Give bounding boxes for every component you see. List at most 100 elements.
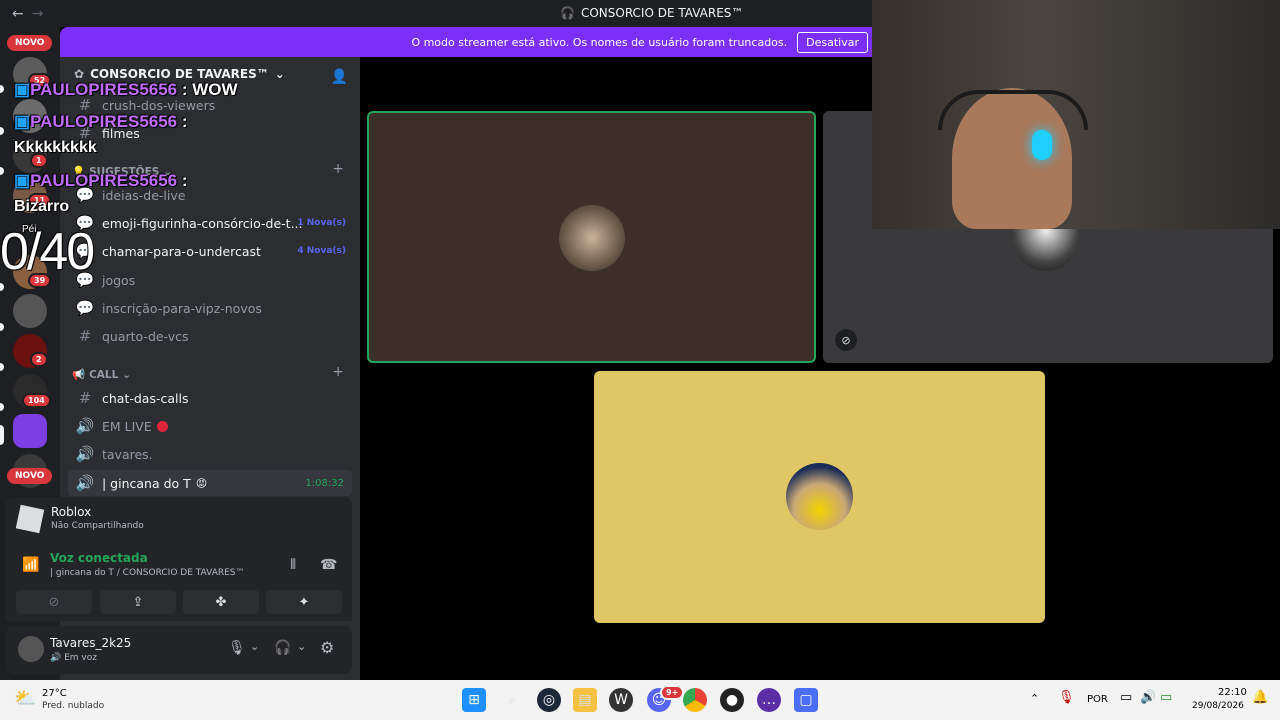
- clock-date[interactable]: 29/08/2026: [1192, 701, 1244, 711]
- window-title: 🎧 CONSORCIO DE TAVARES™: [560, 6, 744, 20]
- activities-button[interactable]: ✤: [183, 590, 259, 614]
- chat-icon: ▣: [14, 171, 31, 190]
- screen-share-icon: ⇪: [132, 594, 144, 610]
- chevron-up-icon[interactable]: ⌃: [1030, 692, 1039, 705]
- obs-icon[interactable]: ●: [720, 688, 744, 712]
- start-windows-icon[interactable]: ⊞: [462, 688, 486, 712]
- server-name: CONSORCIO DE TAVARES™: [90, 67, 269, 81]
- channel-item[interactable]: 💬 jogos: [68, 267, 352, 293]
- speaker-icon: 🔊: [75, 474, 95, 492]
- app-icon[interactable]: ▢: [794, 688, 818, 712]
- activity-title: Roblox: [51, 505, 92, 519]
- back-arrow-icon[interactable]: ←: [12, 6, 24, 22]
- channel-item[interactable]: # quarto-de-vcs: [68, 323, 352, 349]
- active-pip: [0, 425, 4, 445]
- headset: [938, 90, 1088, 130]
- chevron-down-icon[interactable]: ⌄: [250, 640, 259, 653]
- server-badge-icon: ✿: [74, 67, 85, 81]
- clock-time[interactable]: 22:10: [1218, 687, 1247, 698]
- volume-icon[interactable]: 🔊: [1140, 690, 1156, 705]
- chat-icon: ▣: [14, 80, 31, 99]
- headphones-icon[interactable]: 🎧: [274, 640, 291, 656]
- channel-item[interactable]: 💬 emoji-figurinha-consórcio-de-t... 1 Nova…: [68, 210, 352, 236]
- channel-item[interactable]: 💬 chamar-para-o-undercast 4 Nova(s): [68, 238, 352, 264]
- title-bar: ← → 🎧 CONSORCIO DE TAVARES™: [0, 0, 872, 27]
- steam-icon[interactable]: ◎: [537, 688, 561, 712]
- activities-icon: ✤: [215, 594, 227, 610]
- discord-unread-badge: 9+: [660, 685, 685, 700]
- notification-icon[interactable]: 🔔: [1252, 690, 1268, 705]
- activity-subtitle: Não Compartilhando: [51, 521, 144, 531]
- weather-desc: Pred. nublado: [42, 701, 105, 711]
- camera-off-icon: ⊘: [835, 329, 857, 351]
- signal-icon[interactable]: 📶: [22, 557, 39, 573]
- camera-off-icon: ⊘: [48, 594, 60, 610]
- hash-icon: #: [78, 327, 92, 345]
- battery-icon[interactable]: ▭: [1160, 690, 1172, 705]
- unread-count-badge: 104: [22, 393, 51, 408]
- voice-participant-tile[interactable]: [594, 371, 1045, 623]
- new-posts-badge: 1 Nova(s): [297, 218, 346, 228]
- overlay-counter: 0/40: [0, 223, 95, 281]
- overlay-chat-text: Kkkkkkkkk: [14, 139, 97, 156]
- unread-count-badge: 2: [30, 352, 48, 367]
- disable-streamer-button[interactable]: Desativar: [797, 31, 868, 53]
- voice-channel-item[interactable]: 🔊 tavares.: [68, 441, 352, 467]
- overlay-chat-message: ▣PAULOPIRES5656 : WOW: [14, 80, 238, 99]
- channel-item[interactable]: 💬 inscrição-para-vipz-novos: [68, 295, 352, 321]
- chrome-icon[interactable]: [683, 688, 707, 712]
- settings-gear-icon[interactable]: ⚙: [320, 638, 334, 657]
- weather-temp: 27°C: [42, 688, 67, 699]
- avatar[interactable]: [18, 636, 44, 662]
- webcam-feed: [872, 0, 1280, 229]
- add-channel-icon[interactable]: +: [332, 161, 344, 177]
- unread-pip: [0, 323, 4, 331]
- voice-channel-item[interactable]: 🔊 EM LIVE: [68, 413, 352, 439]
- add-channel-icon[interactable]: +: [332, 364, 344, 380]
- language-indicator[interactable]: POR: [1087, 694, 1108, 705]
- roblox-icon: [15, 504, 45, 534]
- invite-icon[interactable]: 👤: [331, 69, 348, 85]
- unread-pip: [0, 283, 4, 291]
- user-status: 🔊 Em voz: [50, 653, 97, 663]
- unread-pip: [0, 403, 4, 411]
- voice-status: Voz conectada: [50, 551, 148, 565]
- overlay-chat-text: Bizarro: [14, 198, 70, 215]
- file-explorer-icon[interactable]: ▤: [573, 688, 597, 712]
- speaker-icon: 🔊: [75, 417, 95, 435]
- new-posts-badge: 4 Nova(s): [297, 246, 346, 256]
- voice-location[interactable]: | gincana do T / CONSORCIO DE TAVARES™: [50, 568, 245, 578]
- chevron-down-icon[interactable]: ⌄: [297, 640, 306, 653]
- channel-item[interactable]: # chat-das-calls: [68, 385, 352, 411]
- category-call[interactable]: 📢 CALL ⌄: [72, 368, 131, 382]
- overlay-chat-message: ▣PAULOPIRES5656 :: [14, 171, 188, 190]
- voice-participant-tile[interactable]: [367, 111, 816, 363]
- active-voice-channel[interactable]: 🔊 | gincana do T 😡 1:08:32: [68, 470, 352, 496]
- user-panel: Tavares_2k25 🔊 Em voz 🎙 ⌄ 🎧 ⌄ ⚙: [6, 626, 352, 674]
- noise-suppression-icon[interactable]: ⦀: [290, 557, 296, 573]
- chat-app-icon[interactable]: …: [757, 688, 781, 712]
- display-icon[interactable]: ▭: [1120, 690, 1132, 705]
- microphone-icon[interactable]: 🎙: [1058, 690, 1075, 705]
- server-header[interactable]: ✿ CONSORCIO DE TAVARES™ ⌄: [74, 67, 285, 81]
- microphone-icon[interactable]: 🎙: [228, 640, 246, 656]
- weather-icon[interactable]: ⛅: [14, 688, 36, 709]
- camera-off-button[interactable]: ⊘: [16, 590, 92, 614]
- emoji-icon: 😡: [195, 476, 208, 490]
- new-badge-top: NOVO: [7, 35, 53, 51]
- speaker-icon: 📢: [72, 369, 86, 381]
- search-icon[interactable]: ⌕: [500, 688, 524, 712]
- overlay-chat-message: ▣PAULOPIRES5656 :: [14, 112, 188, 131]
- server-icon[interactable]: [13, 294, 47, 328]
- voice-status-icon: 🔊: [50, 653, 62, 663]
- soundboard-button[interactable]: ✦: [266, 590, 342, 614]
- participant-avatar: [786, 463, 853, 530]
- share-screen-button[interactable]: ⇪: [100, 590, 176, 614]
- unread-pip: [0, 363, 4, 371]
- wallpaper-app-icon[interactable]: W: [609, 688, 633, 712]
- new-badge-bottom: NOVO: [7, 468, 53, 484]
- forward-arrow-icon[interactable]: →: [32, 6, 44, 22]
- username: Tavares_2k25: [50, 636, 132, 650]
- active-server-icon[interactable]: [13, 414, 47, 448]
- disconnect-icon[interactable]: ☎: [320, 557, 337, 573]
